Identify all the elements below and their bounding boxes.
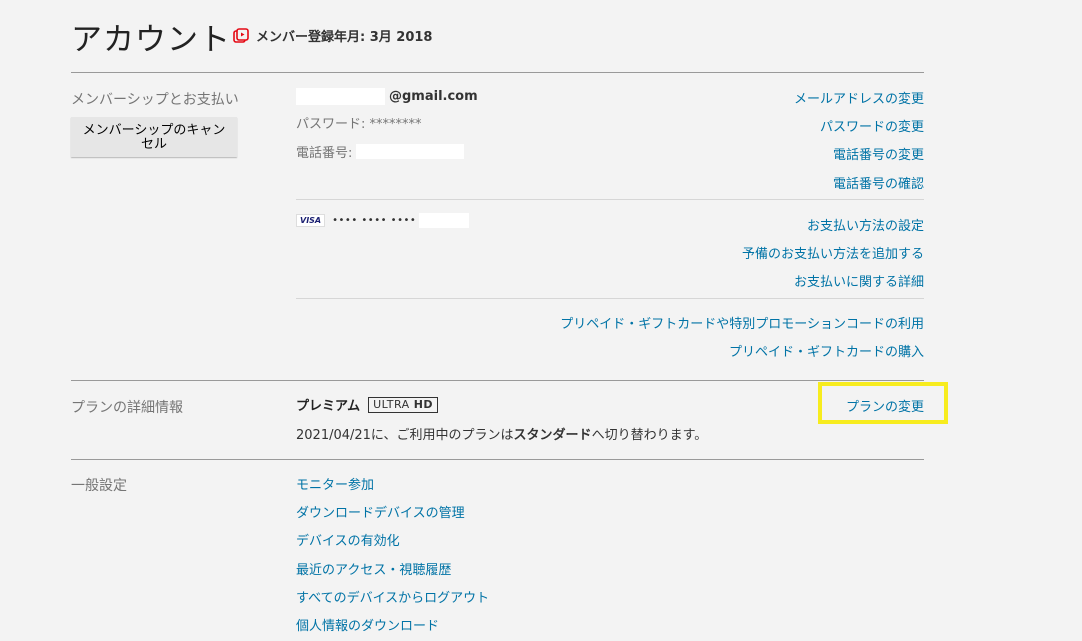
change-password-link[interactable]: パスワードの変更 [820,116,924,135]
highlight-box [818,382,948,424]
divider [296,199,924,200]
settings-item-recent-activity[interactable]: 最近のアクセス・視聴履歴 [296,559,451,578]
change-email-link[interactable]: メールアドレスの変更 [794,88,924,107]
member-since: メンバー登録年月: 3月 2018 [233,26,432,45]
phone-redaction [356,144,465,159]
buy-gift-card-link[interactable]: プリペイド・ギフトカードの購入 [729,341,924,360]
plan-section-label: プランの詳細情報 [71,400,183,416]
plan-name: プレミアム [296,399,361,414]
membership-section-label: メンバーシップとお支払い [71,92,239,108]
next-plan-name: スタンダード [513,428,592,443]
visa-icon: VISA [296,214,326,227]
settings-item-test-participation[interactable]: モニター参加 [296,474,374,493]
billing-details-link[interactable]: お支払いに関する詳細 [794,271,924,290]
member-since-text: メンバー登録年月: 3月 2018 [256,30,433,45]
verify-phone-link[interactable]: 電話番号の確認 [833,173,924,192]
payment-card-row: VISA •••• •••• •••• [296,213,470,228]
settings-item-activate-device[interactable]: デバイスの有効化 [296,530,400,549]
divider [71,380,924,381]
ultra-hd-badge: ULTRA HD [368,396,439,413]
plan-name-row: プレミアム ULTRA HD [296,395,439,414]
settings-section-label: 一般設定 [71,478,127,494]
plan-change-note: 2021/04/21に、ご利用中のプランはスタンダードへ切り替わります。 [296,428,708,443]
phone-label: 電話番号: [296,146,353,161]
payment-settings-link[interactable]: お支払い方法の設定 [807,215,924,234]
page-title: アカウント [71,22,231,58]
change-phone-link[interactable]: 電話番号の変更 [833,144,924,163]
cancel-membership-button[interactable]: メンバーシップのキャンセル [71,117,237,157]
email-value: @gmail.com [389,89,478,104]
phone-row: 電話番号: [296,142,465,161]
card-redaction [419,213,470,228]
redeem-gift-card-link[interactable]: プリペイド・ギフトカードや特別プロモーションコードの利用 [560,313,924,332]
divider [71,72,924,73]
settings-item-download-personal-info[interactable]: 個人情報のダウンロード [296,615,439,634]
email-row: @gmail.com [296,88,478,105]
settings-item-sign-out-all[interactable]: すべてのデバイスからログアウト [296,587,489,606]
card-number-masked: •••• •••• •••• [332,215,417,226]
divider [296,298,924,299]
add-backup-payment-link[interactable]: 予備のお支払い方法を追加する [742,243,924,262]
password-label: パスワード: ******** [296,117,422,132]
settings-item-manage-download-devices[interactable]: ダウンロードデバイスの管理 [296,502,465,521]
member-since-icon [233,27,249,43]
email-redaction [296,88,385,105]
divider [71,459,924,460]
